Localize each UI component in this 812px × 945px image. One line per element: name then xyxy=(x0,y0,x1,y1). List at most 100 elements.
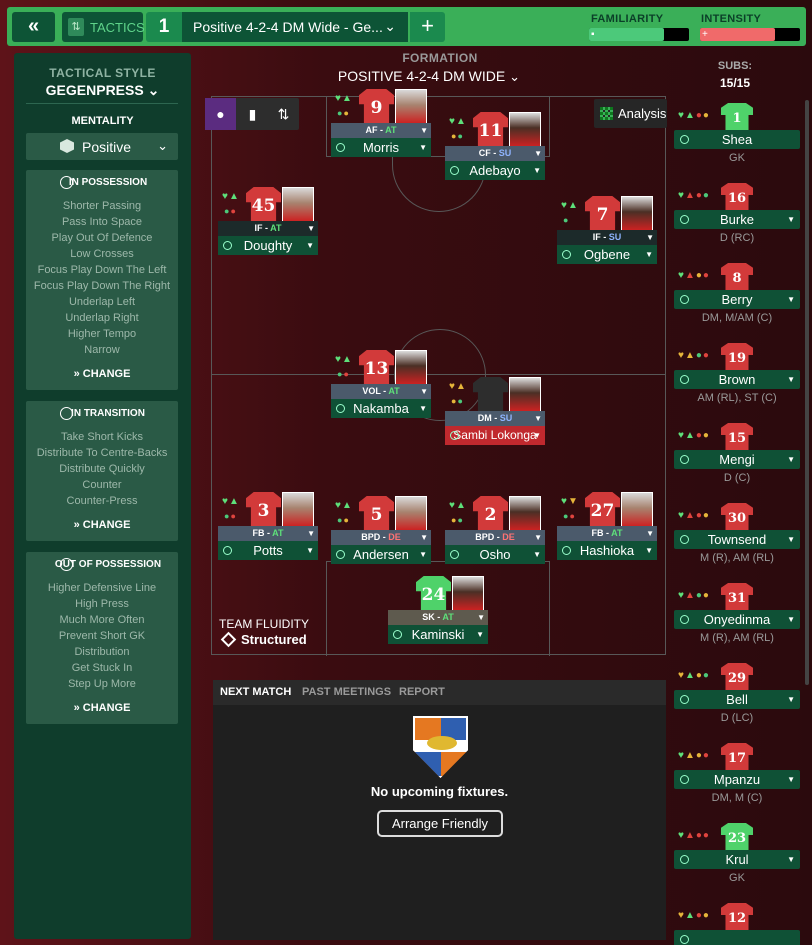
shirt-icon: 2 xyxy=(473,496,508,534)
player-name[interactable]: Doughty ▼ xyxy=(218,236,318,255)
subs-scrollbar[interactable] xyxy=(805,100,809,685)
stats-view-button[interactable]: ▮ xyxy=(237,98,268,130)
player-name[interactable]: Ogbene ▼ xyxy=(557,245,657,264)
player-card[interactable]: ♥▲ ●● DM - SU ▼ Sambi Lokonga ▼ xyxy=(445,377,545,445)
player-card[interactable]: ♥▲ ●● 3 FB - AT ▼ Potts ▼ xyxy=(218,492,318,560)
sub-name[interactable]: Mengi ▼ xyxy=(674,450,800,469)
role-select[interactable]: FB - AT ▼ xyxy=(218,526,318,541)
formation-select[interactable]: POSITIVE 4-2-4 DM WIDE ⌄ xyxy=(190,68,690,85)
player-card[interactable]: ♥▲ ●● 2 BPD - DE ▼ Osho ▼ xyxy=(445,496,545,564)
role-select[interactable]: CF - SU ▼ xyxy=(445,146,545,161)
player-name[interactable]: Nakamba ▼ xyxy=(331,399,431,418)
role-select[interactable]: BPD - DE ▼ xyxy=(331,530,431,545)
form-dots: ●● xyxy=(563,511,576,521)
player-card[interactable]: ♥▲ ●● 11 CF - SU ▼ Adebayo ▼ xyxy=(445,112,545,180)
sub-player[interactable]: ♥▲●● 19 Brown ▼ AM (RL), ST (C) xyxy=(674,343,800,421)
role-select[interactable]: DM - SU ▼ xyxy=(445,411,545,426)
person-icon xyxy=(562,546,571,555)
player-name[interactable]: Hashioka ▼ xyxy=(557,541,657,560)
player-card[interactable]: 24 SK - AT ▼ Kaminski ▼ xyxy=(388,576,488,644)
change-in-transition-button[interactable]: » CHANGE xyxy=(26,519,178,531)
analysis-button[interactable]: Analysis xyxy=(594,99,667,128)
sub-name[interactable]: Berry ▼ xyxy=(674,290,800,309)
change-in-possession-button[interactable]: » CHANGE xyxy=(26,368,178,380)
sub-player[interactable]: ♥▲●● 23 Krul ▼ GK xyxy=(674,823,800,901)
player-name[interactable]: Kaminski ▼ xyxy=(388,625,488,644)
shirt-icon: 24 xyxy=(416,576,451,614)
sub-player[interactable]: ♥▲●● 16 Burke ▼ D (RC) xyxy=(674,183,800,261)
instruction: Focus Play Down The Left xyxy=(37,264,167,276)
player-card[interactable]: ♥▲ ●● 5 BPD - DE ▼ Andersen ▼ xyxy=(331,496,431,564)
role-select[interactable]: AF - AT ▼ xyxy=(331,123,431,138)
back-button[interactable]: « xyxy=(12,12,55,42)
role-select[interactable]: FB - AT ▼ xyxy=(557,526,657,541)
intensity-fill xyxy=(700,28,775,41)
sub-position: GK xyxy=(729,152,745,164)
intensity-meter[interactable]: + xyxy=(700,28,800,41)
status-icons: ♥▲ xyxy=(335,500,353,511)
add-tactic-button[interactable]: + xyxy=(410,12,445,42)
tactic-slot-number[interactable]: 1 xyxy=(146,12,182,42)
player-name[interactable]: Adebayo ▼ xyxy=(445,161,545,180)
mentality-select[interactable]: Positive ⌄ xyxy=(26,133,178,160)
sub-player[interactable]: ♥▲●● 31 Onyedinma ▼ M (R), AM (RL) xyxy=(674,583,800,661)
sub-player[interactable]: ♥▲●● 17 Mpanzu ▼ DM, M (C) xyxy=(674,743,800,821)
sub-name[interactable]: Brown ▼ xyxy=(674,370,800,389)
tab-report[interactable]: REPORT xyxy=(399,686,445,698)
sub-player[interactable]: ♥▲●● 29 Bell ▼ D (LC) xyxy=(674,663,800,741)
role-select[interactable]: SK - AT ▼ xyxy=(388,610,488,625)
player-card[interactable]: ♥▲ ●● 45 IF - AT ▼ Doughty ▼ xyxy=(218,187,318,255)
role-select[interactable]: BPD - DE ▼ xyxy=(445,530,545,545)
sub-name[interactable]: Townsend ▼ xyxy=(674,530,800,549)
sub-name[interactable]: Bell ▼ xyxy=(674,690,800,709)
next-match-tabs: NEXT MATCH PAST MEETINGS REPORT xyxy=(213,680,666,705)
double-chevron-left-icon: « xyxy=(27,15,40,37)
player-name[interactable]: Sambi Lokonga ▼ xyxy=(445,426,545,445)
change-out-of-possession-button[interactable]: » CHANGE xyxy=(26,702,178,714)
sub-name[interactable]: Onyedinma ▼ xyxy=(674,610,800,629)
player-card[interactable]: ♥▲ ● 7 IF - SU ▼ Ogbene ▼ xyxy=(557,196,657,264)
sub-name[interactable]: Krul ▼ xyxy=(674,850,800,869)
sub-player[interactable]: ♥▲●● 15 Mengi ▼ D (C) xyxy=(674,423,800,501)
player-name[interactable]: Andersen ▼ xyxy=(331,545,431,564)
tactics-label: TACTICS xyxy=(90,20,145,35)
tactics-tab[interactable]: ⇅ TACTICS xyxy=(62,12,145,42)
pitch xyxy=(211,96,666,656)
player-view-button[interactable]: ● xyxy=(205,98,236,130)
sub-player[interactable]: ♥▲●● 1 Shea GK xyxy=(674,103,800,181)
subs-heading: SUBS: xyxy=(717,60,753,72)
status-icons: ♥▲●● xyxy=(678,110,710,121)
tab-past-meetings[interactable]: PAST MEETINGS xyxy=(302,686,391,698)
sub-name[interactable]: Mpanzu ▼ xyxy=(674,770,800,789)
tab-next-match[interactable]: NEXT MATCH xyxy=(220,686,291,698)
instruction: Higher Tempo xyxy=(67,328,137,340)
shirt-icon: 7 xyxy=(585,196,620,234)
sub-name[interactable]: Burke ▼ xyxy=(674,210,800,229)
role-select[interactable]: VOL - AT ▼ xyxy=(331,384,431,399)
player-name[interactable]: Morris ▼ xyxy=(331,138,431,157)
sub-name[interactable] xyxy=(674,930,800,945)
player-photo xyxy=(509,377,541,412)
role-select[interactable]: IF - SU ▼ xyxy=(557,230,657,245)
player-card[interactable]: ♥▼ ●● 27 FB - AT ▼ Hashioka ▼ xyxy=(557,492,657,560)
player-name[interactable]: Osho ▼ xyxy=(445,545,545,564)
instructions-view-button[interactable]: ⇅ xyxy=(268,98,299,130)
sub-player[interactable]: ♥▲●● 30 Townsend ▼ M (R), AM (RL) xyxy=(674,503,800,581)
familiarity-meter[interactable]: ▪ xyxy=(589,28,689,41)
role-select[interactable]: IF - AT ▼ xyxy=(218,221,318,236)
sub-player[interactable]: ♥▲●● 8 Berry ▼ DM, M/AM (C) xyxy=(674,263,800,341)
sub-player[interactable]: ♥▲●● 12 xyxy=(674,903,800,945)
tactic-select[interactable]: Positive 4-2-4 DM Wide - Ge... ⌄ xyxy=(182,12,408,42)
person-icon: ● xyxy=(216,106,225,122)
out-of-possession-box: OUT OF POSSESSION Higher Defensive Line … xyxy=(26,552,178,724)
instruction: Play Out Of Defence xyxy=(51,232,153,244)
player-name[interactable]: Potts ▼ xyxy=(218,541,318,560)
player-card[interactable]: ♥▲ ●● 9 AF - AT ▼ Morris ▼ xyxy=(331,89,431,157)
player-card[interactable]: ♥▲ ●● 13 VOL - AT ▼ Nakamba ▼ xyxy=(331,350,431,418)
arrange-friendly-button[interactable]: Arrange Friendly xyxy=(377,810,503,837)
sub-name[interactable]: Shea xyxy=(674,130,800,149)
person-icon xyxy=(336,550,345,559)
status-icons: ♥▲ xyxy=(222,191,240,202)
tactical-style-select[interactable]: GEGENPRESS ⌄ xyxy=(14,82,191,99)
mentality-value: Positive xyxy=(82,139,132,155)
